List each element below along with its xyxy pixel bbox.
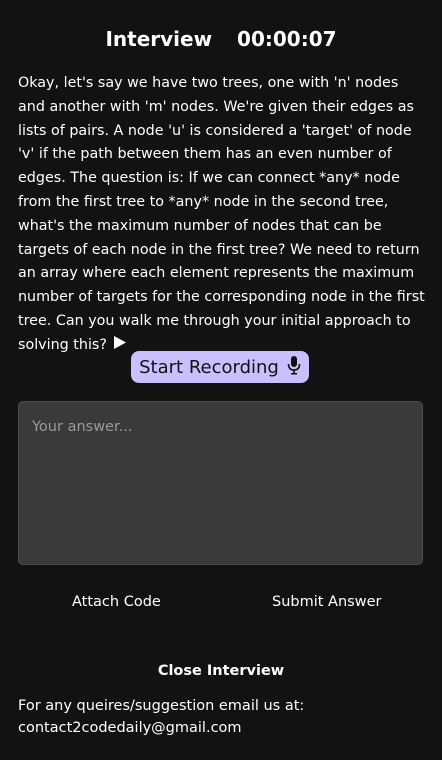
page-title: Interview	[105, 27, 213, 51]
attach-code-button[interactable]: Attach Code	[72, 594, 161, 610]
answer-input[interactable]	[18, 401, 423, 565]
question-text: Okay, let's say we have two trees, one w…	[18, 75, 425, 353]
start-recording-button[interactable]: Start Recording	[131, 351, 309, 383]
contact-email: contact2codedaily@gmail.com	[18, 720, 242, 736]
start-recording-label: Start Recording	[139, 356, 279, 378]
footer-prompt: For any queires/suggestion email us at:	[18, 698, 305, 714]
close-interview-button[interactable]: Close Interview	[0, 663, 442, 679]
footer-contact: For any queires/suggestion email us at: …	[18, 695, 426, 739]
play-icon[interactable]	[113, 335, 127, 359]
submit-answer-button[interactable]: Submit Answer	[272, 594, 381, 610]
microphone-icon	[287, 355, 301, 380]
question-text-block: Okay, let's say we have two trees, one w…	[18, 72, 426, 359]
interview-timer: 00:00:07	[237, 27, 337, 51]
interview-header: Interview 00:00:07	[0, 25, 442, 53]
